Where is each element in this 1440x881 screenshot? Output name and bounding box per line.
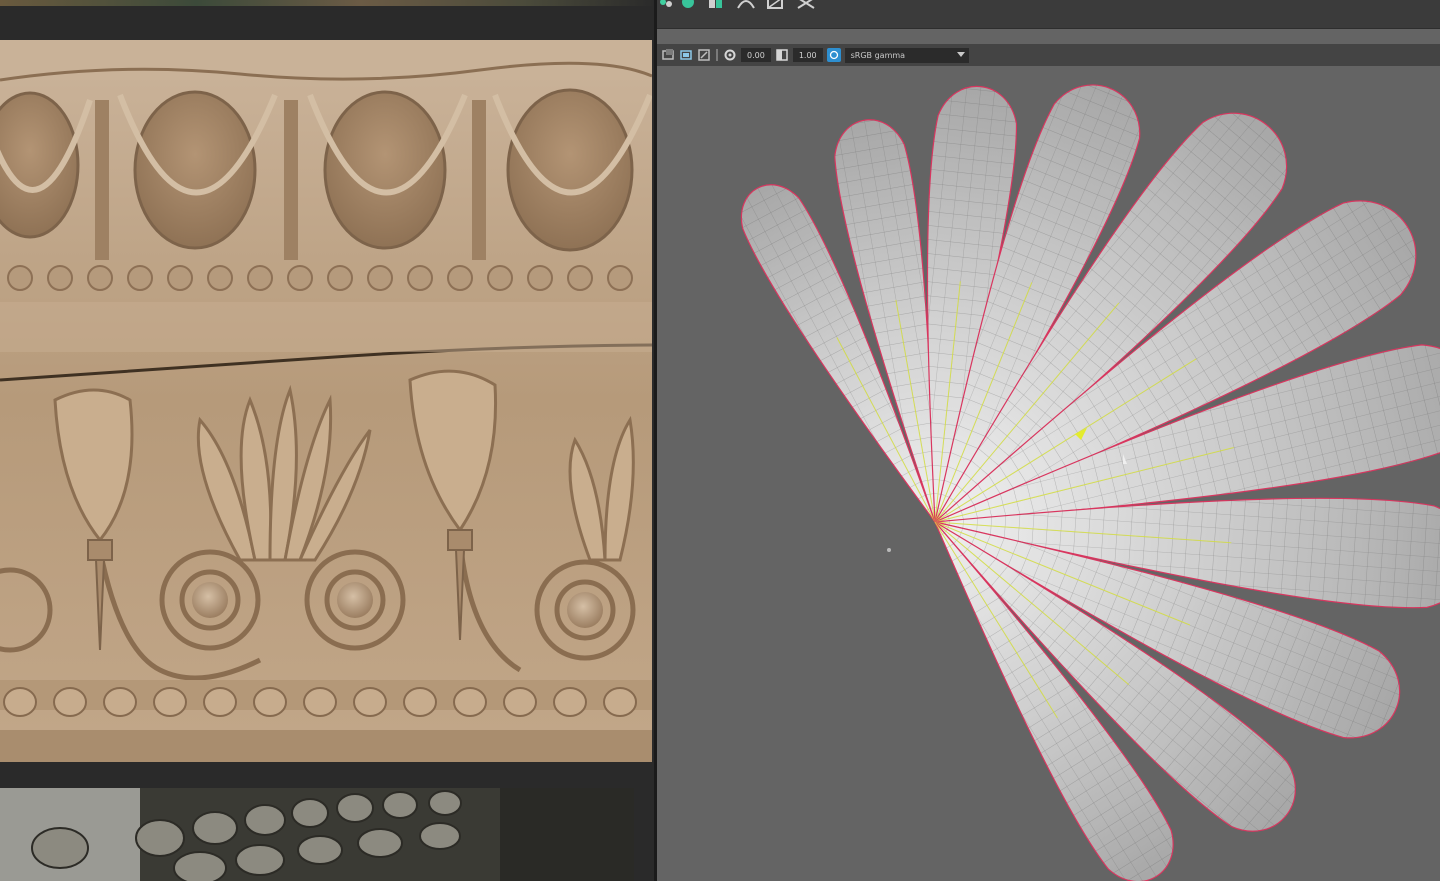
reference-top-strip	[0, 0, 656, 6]
cluster-icon[interactable]	[657, 0, 679, 12]
petal-group[interactable]	[728, 70, 1440, 881]
lattice-icon[interactable]	[735, 0, 757, 12]
paint-icon[interactable]	[705, 0, 727, 12]
reference-image-panel	[0, 0, 656, 881]
viewport-panel-toolbar: 0.00 1.00 sRGB gamma	[657, 44, 1440, 66]
color-space-dropdown[interactable]: sRGB gamma	[844, 47, 969, 63]
separator-icon	[716, 49, 718, 61]
exposure-field[interactable]: 0.00	[741, 48, 771, 62]
color-management-icon[interactable]	[826, 48, 841, 62]
pivot-dot	[887, 548, 891, 552]
reference-photo-egg-dart-detail	[0, 788, 634, 881]
modeling-viewport[interactable]: 0.00 1.00 sRGB gamma	[657, 0, 1440, 881]
film-gate-icon[interactable]	[697, 48, 711, 62]
select-icon[interactable]	[677, 0, 699, 12]
gamma-icon	[776, 49, 788, 61]
bookmark-icon[interactable]	[679, 48, 693, 62]
palmette-3d-model[interactable]	[657, 66, 1440, 881]
camera-attr-icon[interactable]	[661, 48, 675, 62]
x-ray-icon[interactable]	[795, 0, 817, 12]
exposure-icon	[724, 49, 736, 61]
tool-shelf	[657, 0, 1440, 29]
gamma-field[interactable]: 1.00	[792, 48, 823, 62]
curve-icon[interactable]	[765, 0, 787, 12]
reference-photo-anthemion-frieze	[0, 40, 652, 762]
color-space-value: sRGB gamma	[850, 50, 906, 60]
chevron-down-icon	[956, 51, 965, 57]
